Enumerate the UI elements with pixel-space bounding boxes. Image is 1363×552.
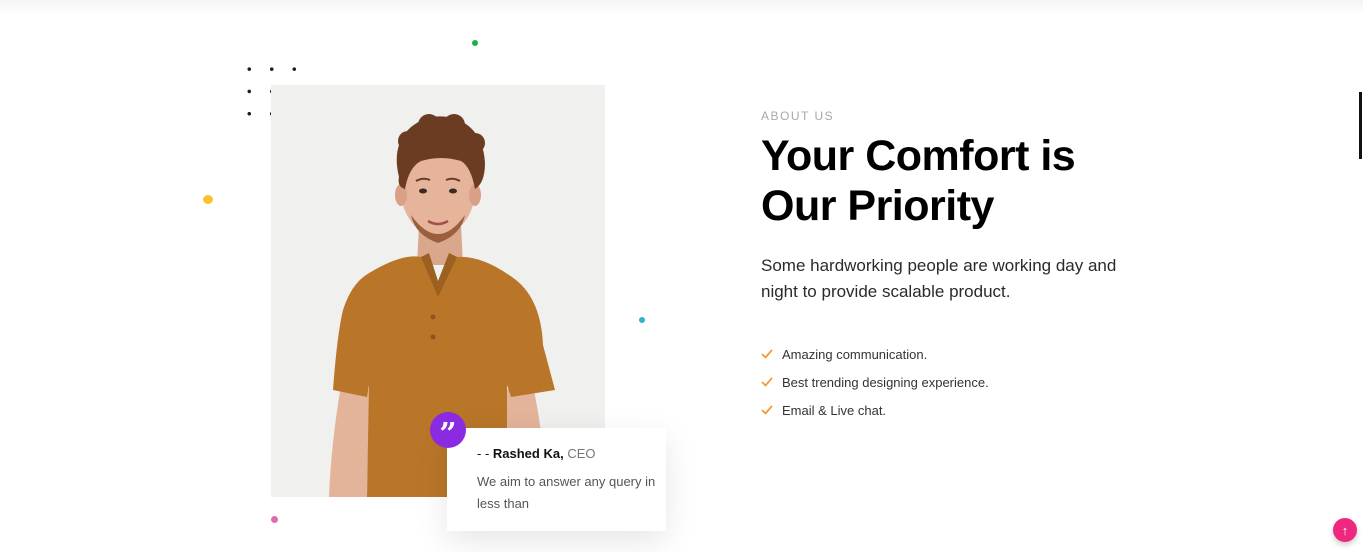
scroll-to-top-button[interactable]: ↑ [1333, 518, 1357, 542]
headline-line-1: Your Comfort is [761, 132, 1076, 180]
pink-dot-decoration [271, 516, 278, 523]
feature-label: Best trending designing experience. [782, 374, 989, 390]
section-eyebrow: ABOUT US [761, 109, 835, 123]
testimonial-card: - - Rashed Ka, CEO We aim to answer any … [447, 428, 666, 531]
header-shadow [0, 0, 1363, 14]
author-prefix: - - [477, 446, 493, 461]
feature-label: Amazing communication. [782, 346, 928, 362]
author-name: Rashed Ka, [492, 446, 564, 461]
feature-item: Email & Live chat. [761, 396, 989, 424]
feature-label: Email & Live chat. [782, 402, 887, 418]
testimonial-author: - - Rashed Ka, CEO [477, 446, 596, 461]
quote-icon: ” [430, 412, 466, 450]
yellow-dot-decoration [203, 195, 213, 204]
scrollbar-indicator[interactable] [1359, 92, 1362, 159]
feature-item: Best trending designing experience. [761, 368, 989, 396]
check-icon [761, 405, 773, 415]
author-role: CEO [563, 446, 596, 461]
arrow-up-icon: ↑ [1341, 522, 1349, 538]
green-dot-decoration [472, 40, 478, 46]
feature-list: Amazing communication. Best trending des… [761, 340, 989, 424]
headline-line-2: Our Priority [761, 182, 994, 230]
testimonial-text: We aim to answer any query in less than [477, 474, 656, 511]
teal-dot-decoration [639, 317, 645, 323]
feature-item: Amazing communication. [761, 340, 989, 368]
check-icon [761, 349, 773, 359]
section-description: Some hardworking people are working day … [761, 256, 1117, 301]
check-icon [761, 377, 773, 387]
section-headline: Your Comfort is Our Priority [761, 131, 1181, 231]
